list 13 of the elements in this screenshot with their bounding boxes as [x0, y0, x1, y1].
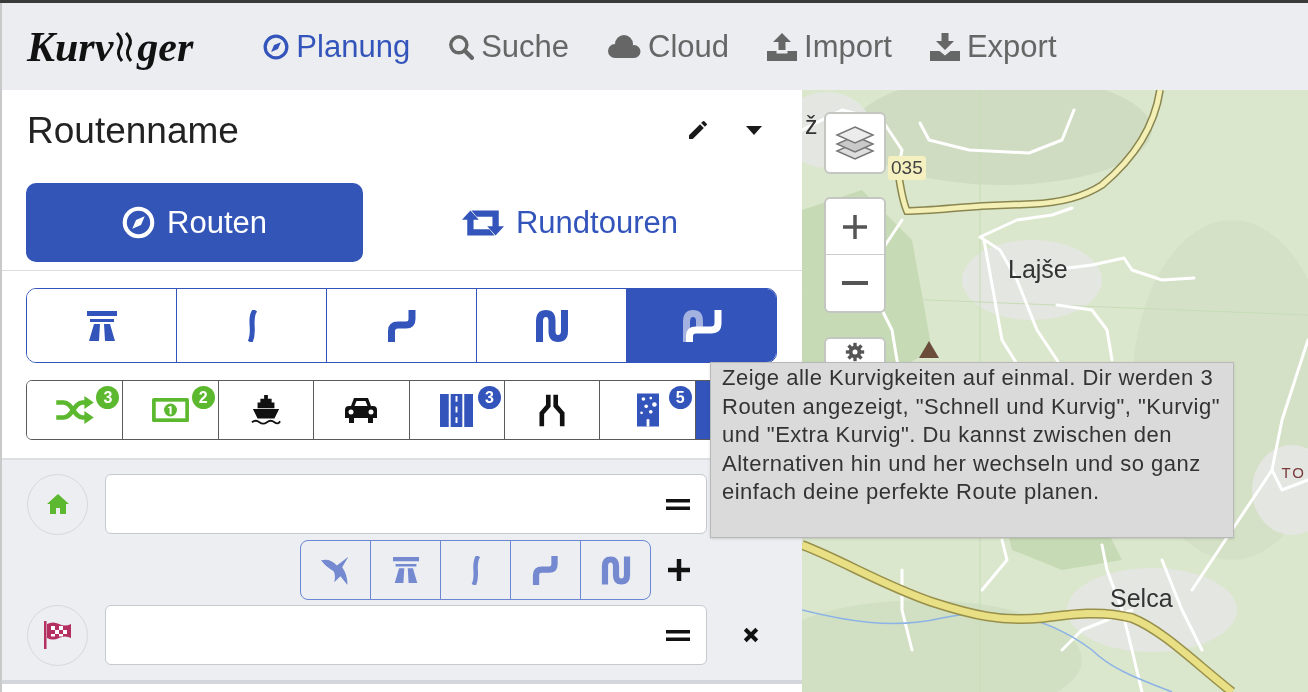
count-badge: 2	[191, 386, 215, 409]
count-badge: 3	[477, 386, 501, 409]
logo-text: Kurv	[27, 25, 114, 68]
road-number-label: 035	[888, 156, 926, 180]
count-badge: 3	[96, 386, 120, 409]
logo-text: ger	[137, 25, 194, 68]
tooltip: Zeige alle Kurvigkeiten auf einmal. Dir werden 3 Routen angezeigt, "Schnell und Kurvig", "Kurvig" und "Extra Kurvig". Du kannst zwischen den Alternativen hin und her wechseln und so ganz einfach deine perfekte Route planen.	[710, 362, 1234, 538]
map-label: ž	[805, 110, 818, 141]
map-label: TO	[1281, 464, 1306, 483]
map-label: Selca	[1110, 583, 1173, 614]
map-label: Lajše	[1008, 254, 1068, 285]
route-name-title: Routenname	[27, 111, 239, 149]
count-badge: 5	[668, 386, 692, 409]
